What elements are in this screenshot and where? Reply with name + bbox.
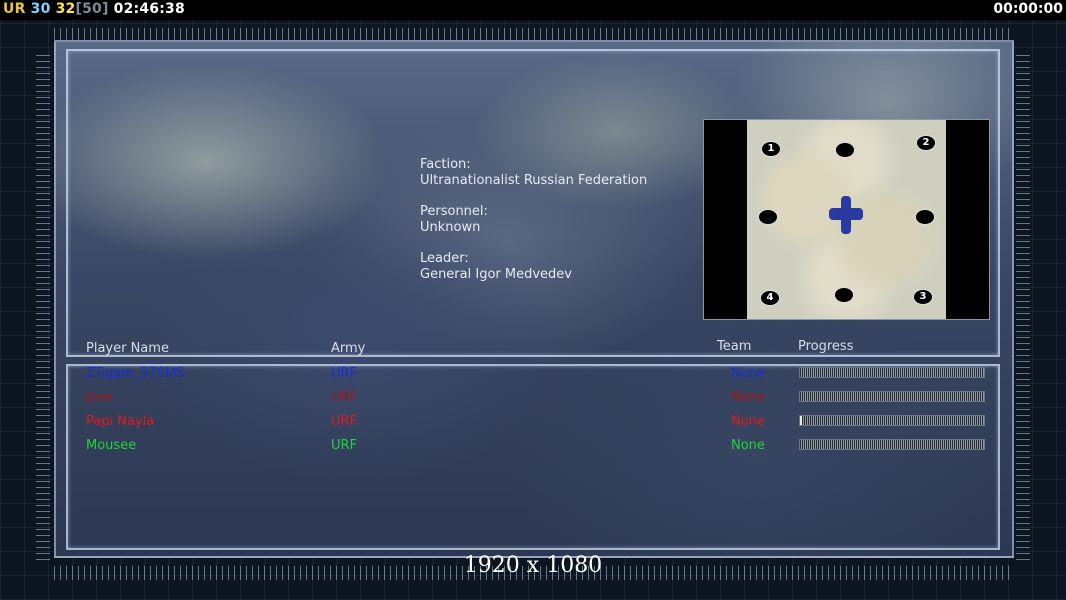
player-army: URF <box>331 414 358 429</box>
player-team: None <box>731 414 765 429</box>
start-slot-2: 2 <box>916 135 936 151</box>
faction-label: Faction: <box>420 157 471 172</box>
minimap-center-horizontal <box>829 208 863 220</box>
resolution-label: 1920 x 1080 <box>463 553 603 578</box>
ruler-right <box>1016 50 1030 560</box>
header-player-name: Player Name <box>86 341 169 356</box>
player-army: URF <box>331 390 358 405</box>
hud-clock: 02:46:38 <box>113 1 185 17</box>
player-team: None <box>731 438 765 453</box>
header-army: Army <box>331 341 366 356</box>
hud-bar: UR 30 32[50] 02:46:38 00:00:00 <box>0 0 1066 20</box>
player-team: None <box>731 366 765 381</box>
start-slot-left <box>758 209 778 225</box>
start-slot-1: 1 <box>761 141 781 157</box>
player-name: Jose <box>86 390 113 405</box>
hud-game-clock: 00:00:00 <box>993 1 1063 17</box>
hud-faction: UR <box>3 1 26 17</box>
progress-bar <box>799 367 985 378</box>
hud-bracket: [50] <box>75 1 109 17</box>
start-slot-bottom <box>834 287 854 303</box>
hud-value-2: 32 <box>55 1 76 17</box>
minimap-terrain: 1 2 4 3 <box>747 120 946 319</box>
header-progress: Progress <box>798 339 854 354</box>
start-slot-4: 4 <box>760 290 780 306</box>
start-slot-3: 3 <box>913 289 933 305</box>
leader-label: Leader: <box>420 251 469 266</box>
progress-fill <box>800 416 802 425</box>
progress-bar <box>799 415 985 426</box>
start-slot-right <box>915 209 935 225</box>
faction-value: Ultranationalist Russian Federation <box>420 173 648 188</box>
leader-value: General Igor Medvedev <box>420 267 572 282</box>
player-name: Papi Nayla <box>86 414 155 429</box>
hud-stats: UR 30 32[50] 02:46:38 <box>3 1 185 17</box>
player-army: URF <box>331 366 358 381</box>
player-team: None <box>731 390 765 405</box>
personnel-value: Unknown <box>420 220 481 235</box>
start-slot-top <box>835 142 855 158</box>
progress-bar <box>799 439 985 450</box>
player-name: Mousee <box>86 438 137 453</box>
header-team: Team <box>717 339 752 354</box>
hud-value-1: 30 <box>30 1 51 17</box>
player-name: ZTuppo_57SMS <box>86 366 185 381</box>
player-army: URF <box>331 438 358 453</box>
progress-bar <box>799 391 985 402</box>
minimap: 1 2 4 3 <box>703 119 990 320</box>
ruler-left <box>36 50 50 560</box>
faction-info: Faction: Ultranationalist Russian Federa… <box>420 157 647 298</box>
personnel-label: Personnel: <box>420 204 488 219</box>
